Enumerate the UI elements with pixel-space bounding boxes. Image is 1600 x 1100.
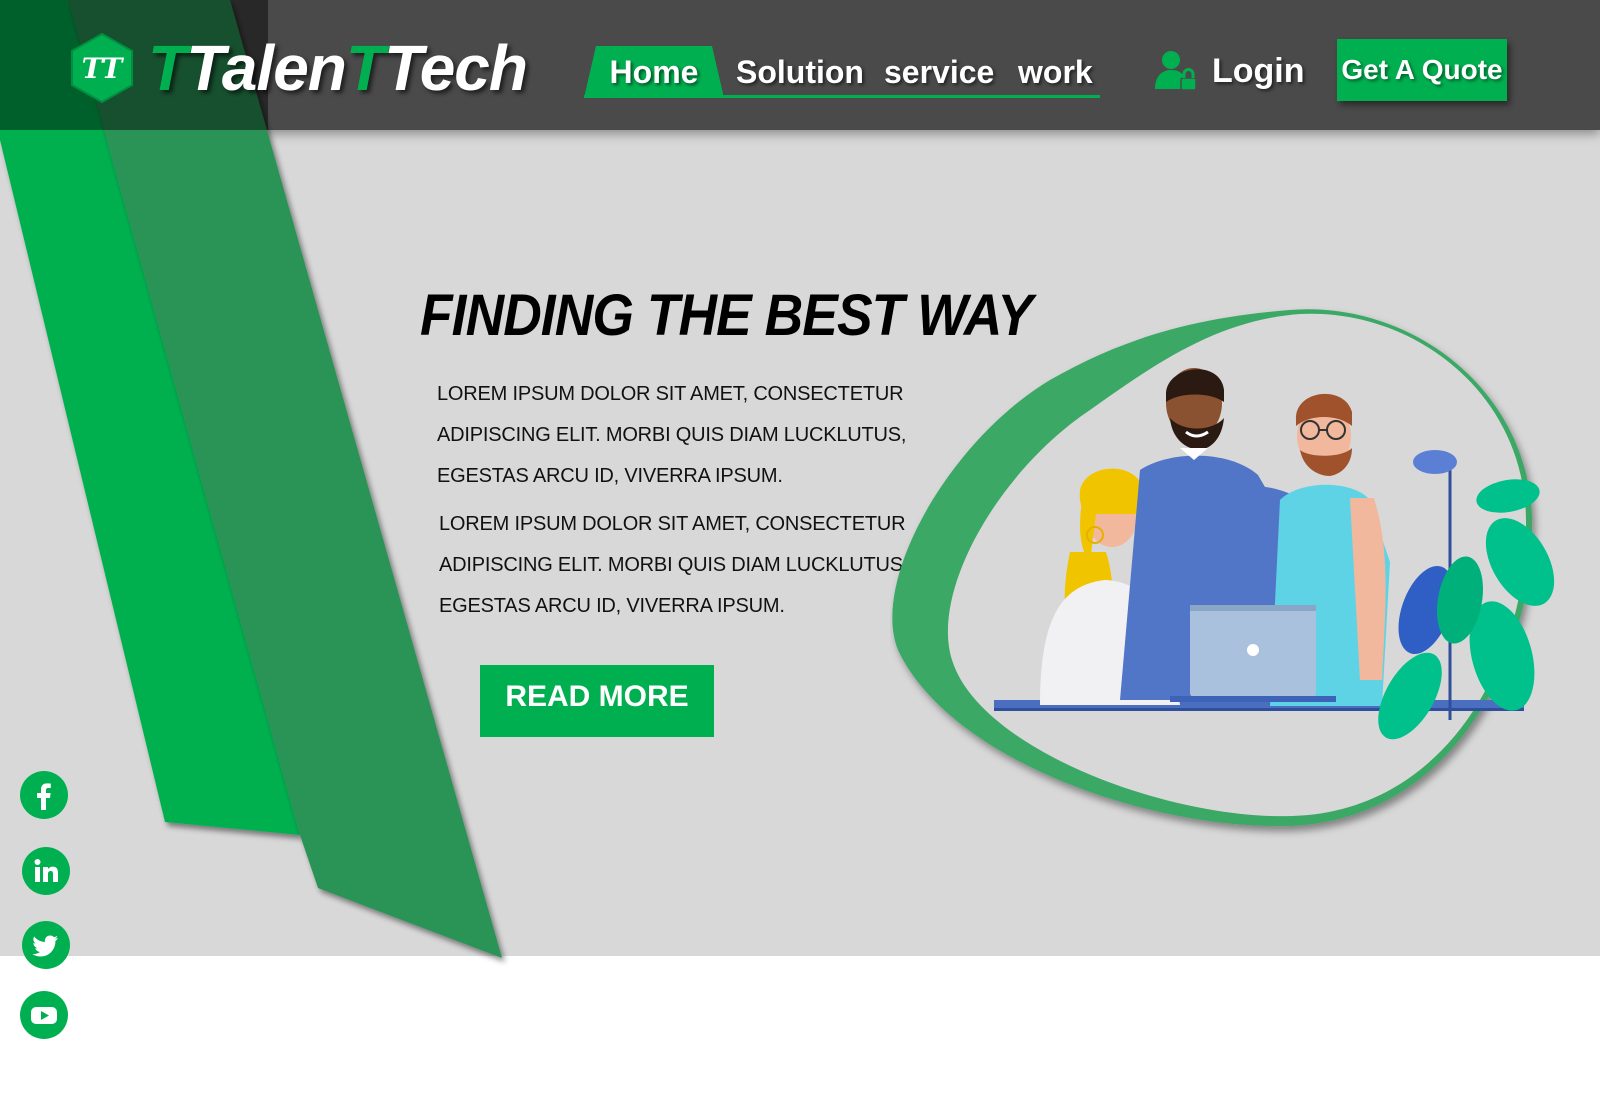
read-more-button[interactable]: READ MORE — [480, 665, 714, 737]
paragraph-line: ADIPISCING ELIT. MORBI QUIS DIAM LUCKLUT… — [439, 554, 909, 576]
twitter-link[interactable] — [22, 921, 70, 969]
brand-logo[interactable]: TT TTalenTTech — [70, 30, 528, 106]
hero-paragraph: LOREM IPSUM DOLOR SIT AMET, CONSECTETUR … — [437, 374, 907, 497]
team-at-laptop-illustration — [892, 309, 1555, 827]
paragraph-line: EGESTAS ARCU ID, VIVERRA IPSUM. — [439, 595, 785, 617]
login-label: Login — [1212, 51, 1305, 90]
nav-item-work[interactable]: work — [1018, 46, 1093, 98]
nav-item-solution[interactable]: Solution — [736, 46, 864, 98]
paragraph-line: EGESTAS ARCU ID, VIVERRA IPSUM. — [437, 465, 783, 487]
main-nav: Home Solution service work — [584, 46, 1100, 98]
paragraph-line: LOREM IPSUM DOLOR SIT AMET, CONSECTETUR — [439, 513, 906, 535]
linkedin-link[interactable] — [22, 847, 70, 895]
brand-name: TTalenTTech — [148, 32, 528, 104]
hero-paragraph: LOREM IPSUM DOLOR SIT AMET, CONSECTETUR … — [439, 504, 909, 627]
get-quote-button[interactable]: Get A Quote — [1337, 39, 1507, 101]
facebook-icon — [37, 783, 51, 810]
login-link[interactable]: Login — [1154, 46, 1305, 96]
twitter-icon — [32, 935, 58, 957]
user-lock-icon — [1155, 51, 1197, 91]
paragraph-line: LOREM IPSUM DOLOR SIT AMET, CONSECTETUR — [437, 383, 904, 405]
linkedin-icon — [34, 859, 58, 882]
paragraph-line: ADIPISCING ELIT. MORBI QUIS DIAM LUCKLUT… — [437, 424, 907, 446]
facebook-link[interactable] — [20, 771, 68, 819]
youtube-link[interactable] — [20, 991, 68, 1039]
nav-item-service[interactable]: service — [884, 46, 994, 98]
logo-hexagon-icon: TT — [71, 32, 133, 104]
nav-item-home[interactable]: Home — [584, 46, 724, 98]
logo-monogram: TT — [82, 52, 125, 85]
youtube-icon — [31, 1007, 57, 1024]
